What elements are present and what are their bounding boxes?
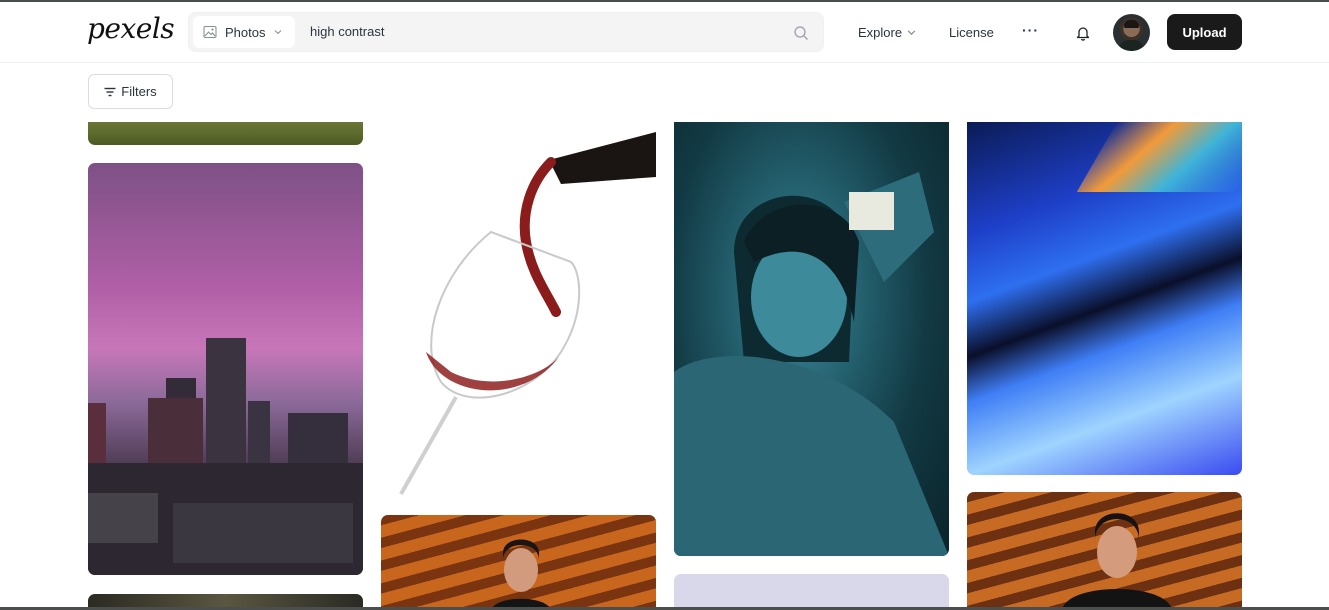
explore-menu[interactable]: Explore [858, 25, 916, 40]
avatar-shirt [1119, 40, 1144, 51]
portrait-silhouette [491, 539, 551, 610]
photo-woman-orange-light-2[interactable] [967, 492, 1242, 610]
photo-teal-portrait[interactable] [674, 122, 949, 556]
upload-button[interactable]: Upload [1167, 14, 1242, 50]
pexels-logo[interactable]: pexels [87, 12, 175, 45]
photo-grass-field[interactable] [88, 122, 363, 145]
abstract-orange-streak [1076, 122, 1242, 192]
search-icon[interactable] [793, 25, 809, 41]
avatar-hair [1124, 20, 1139, 28]
city-skyline-illustration [88, 338, 363, 575]
filters-label: Filters [121, 84, 157, 99]
media-type-label: Photos [225, 24, 266, 40]
photo-lavender-partial[interactable] [674, 574, 949, 610]
filters-button[interactable]: Filters [88, 74, 173, 109]
chevron-down-icon [907, 30, 916, 36]
filter-icon [104, 87, 116, 96]
search-input[interactable]: high contrast [310, 24, 384, 39]
photo-red-wine-pour[interactable] [381, 122, 656, 497]
photo-city-sunset[interactable] [88, 163, 363, 575]
license-link[interactable]: License [949, 25, 994, 40]
media-type-dropdown[interactable]: Photos [193, 16, 295, 48]
portrait-silhouette [1062, 513, 1172, 610]
image-icon [203, 25, 217, 39]
wine-glass-illustration [399, 132, 656, 495]
chevron-down-icon [275, 30, 282, 35]
more-options-icon[interactable]: ··· [1022, 22, 1039, 38]
user-avatar[interactable] [1113, 14, 1150, 51]
photo-blue-abstract[interactable] [967, 122, 1242, 475]
top-navbar: pexels Photos high contrast Explore Lice… [0, 2, 1329, 63]
photo-woman-orange-light[interactable] [381, 515, 656, 610]
explore-label: Explore [858, 25, 903, 40]
teal-portrait-illustration [674, 172, 949, 556]
bell-icon[interactable] [1075, 25, 1091, 41]
search-bar[interactable]: Photos high contrast [188, 12, 824, 52]
